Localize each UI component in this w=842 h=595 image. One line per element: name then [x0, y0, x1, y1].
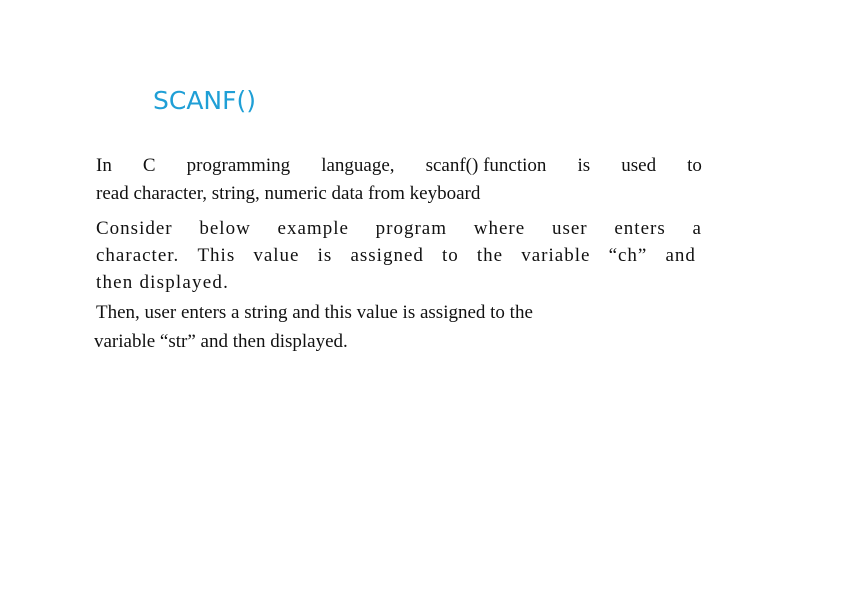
word: below: [199, 218, 251, 239]
word: is: [577, 155, 591, 176]
word: example: [277, 218, 349, 239]
word: This: [197, 245, 236, 266]
body-line-3: Consider below example program where use…: [96, 218, 702, 240]
word: the: [476, 245, 504, 266]
body-line-1: In C programming language, scanf() funct…: [96, 155, 702, 177]
word: programming: [186, 155, 291, 176]
word: to: [687, 155, 702, 176]
word: variable: [521, 245, 591, 266]
word: “ch”: [608, 245, 648, 266]
word: is: [317, 245, 333, 266]
body-line-7: variable “str” and then displayed.: [94, 331, 348, 352]
word: user: [551, 218, 588, 239]
slide: SCANF() In C programming language, scanf…: [0, 0, 842, 595]
body-line-2: read character, string, numeric data fro…: [96, 183, 481, 204]
word: language,: [321, 155, 395, 176]
body-line-4: character. This value is assigned to the…: [96, 245, 696, 267]
word: a: [692, 218, 702, 239]
word: and: [665, 245, 696, 266]
word: enters: [614, 218, 666, 239]
word: used: [621, 155, 657, 176]
word: scanf() function: [425, 155, 547, 176]
word: Consider: [96, 218, 173, 239]
body-line-6: Then, user enters a string and this valu…: [96, 302, 533, 323]
word: program: [375, 218, 448, 239]
word: assigned: [350, 245, 424, 266]
word: C: [142, 155, 156, 176]
body-line-5: then displayed.: [96, 272, 230, 293]
word: where: [473, 218, 526, 239]
word: character.: [96, 245, 180, 266]
word: In: [96, 155, 112, 176]
word: to: [442, 245, 459, 266]
word: value: [253, 245, 300, 266]
slide-title: SCANF(): [153, 86, 257, 115]
